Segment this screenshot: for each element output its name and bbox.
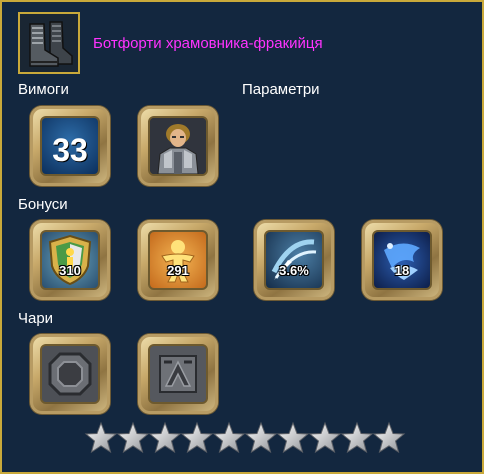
star-icon (244, 421, 278, 454)
boots-icon[interactable] (18, 12, 80, 74)
knight-portrait-icon (150, 118, 206, 174)
enchants-label: Чари (18, 310, 54, 327)
item-rating-stars (84, 421, 406, 457)
bonus-value: 310 (59, 263, 81, 278)
bonus-value: 3.6% (279, 263, 309, 278)
bonuses-label: Бонуси (18, 196, 68, 213)
character-requirement-slot[interactable] (138, 106, 218, 186)
star-icon (84, 421, 118, 454)
parameters-label: Параметри (242, 81, 320, 98)
shield-defense-icon (48, 234, 92, 286)
requirements-label: Вимоги (18, 81, 69, 98)
level-requirement-value: 33 (52, 132, 88, 168)
star-icon (372, 421, 406, 454)
level-requirement-slot[interactable]: 33 (30, 106, 110, 186)
item-tooltip-panel: Ботфорти храмовника-фракийця Вимоги Пара… (0, 0, 484, 474)
star-icon (340, 421, 374, 454)
item-name: Ботфорти храмовника-фракийця (93, 35, 323, 52)
star-icon (148, 421, 182, 454)
bonus-value: 291 (167, 263, 189, 278)
bonus-value: 18 (394, 263, 410, 278)
enchant-slot-2[interactable] (138, 334, 218, 414)
enchant-slot-1[interactable] (30, 334, 110, 414)
crit-strike-icon (271, 239, 317, 280)
bonus-slot-critical[interactable]: 3.6% (254, 220, 334, 300)
bonus-slot-defense[interactable]: 310 (30, 220, 110, 300)
star-icon (276, 421, 310, 454)
vitality-figure-icon (161, 240, 195, 283)
stone-rune-octagon-icon (42, 346, 98, 402)
bonus-slot-vitality[interactable]: 291 (138, 220, 218, 300)
bonus-slot-water[interactable]: 18 (362, 220, 442, 300)
stone-rune-angular-icon (150, 346, 206, 402)
star-icon (180, 421, 214, 454)
star-icon (308, 421, 342, 454)
star-icon (116, 421, 150, 454)
water-vortex-icon (384, 243, 420, 280)
star-icon (212, 421, 246, 454)
